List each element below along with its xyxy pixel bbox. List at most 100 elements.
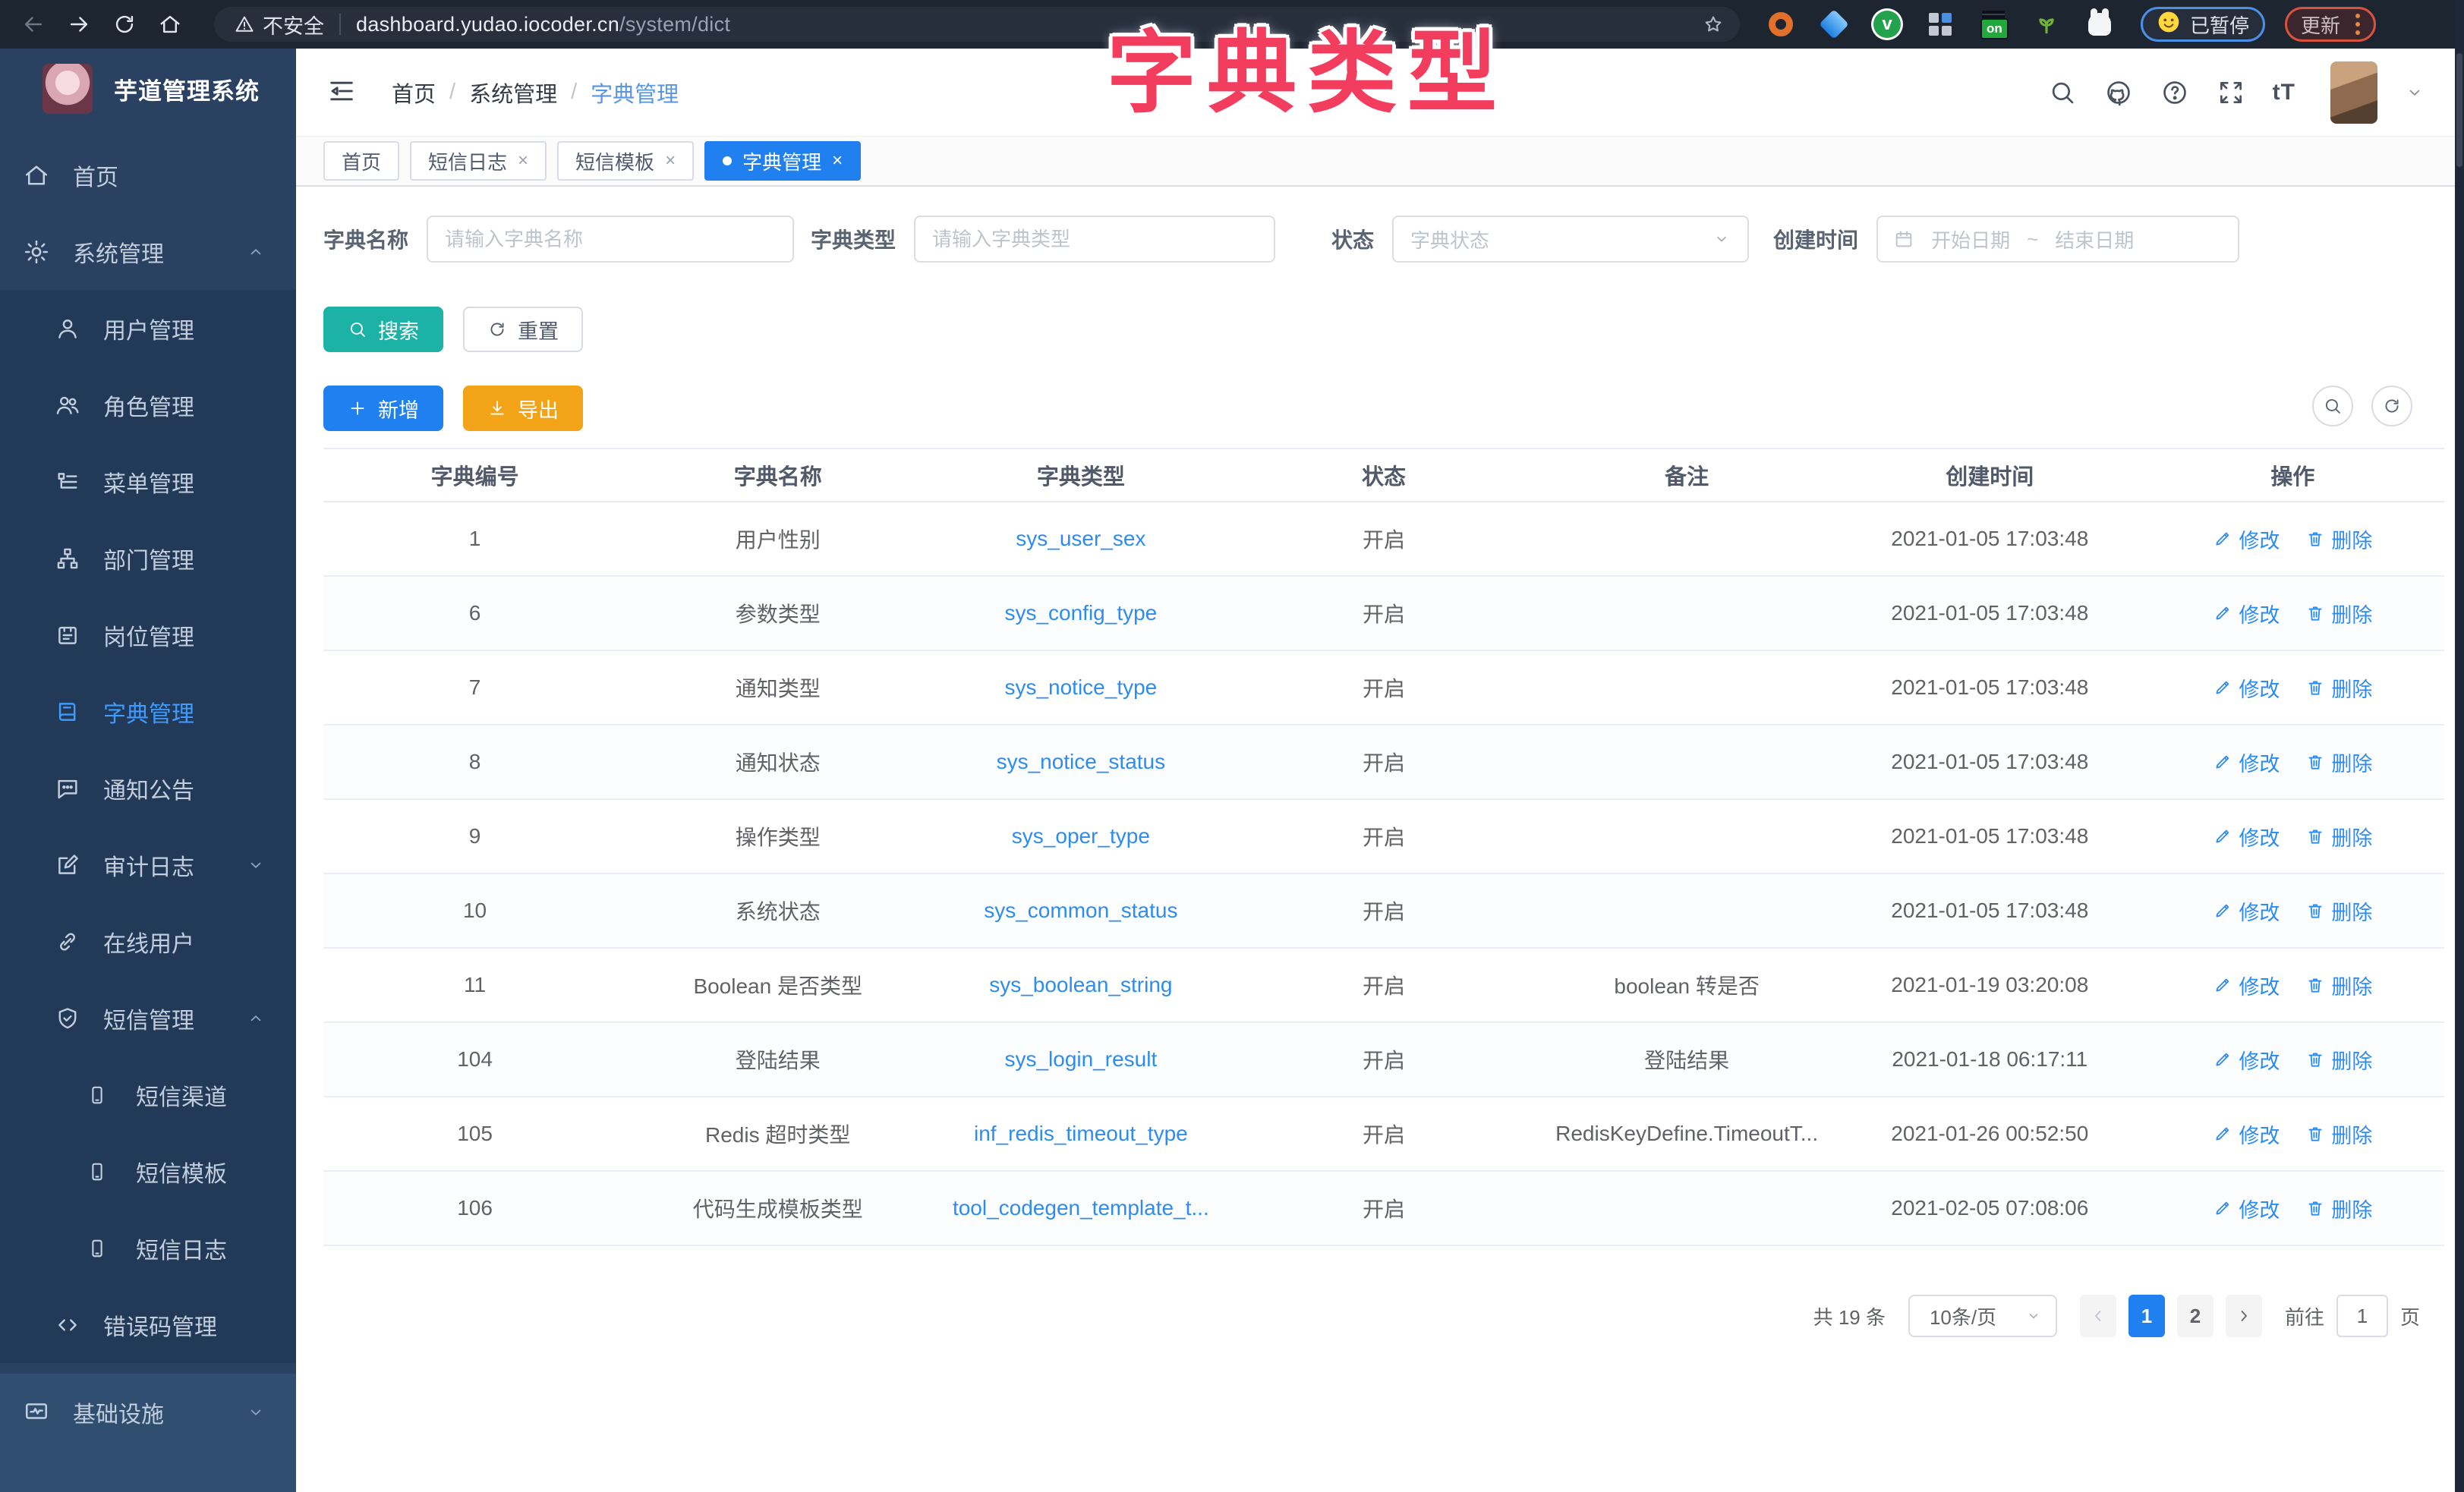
window-scrollbar[interactable]: [2455, 0, 2464, 1492]
sidebar-item-dept-mgmt[interactable]: 部门管理: [0, 520, 296, 596]
delete-link[interactable]: 删除: [2305, 822, 2372, 851]
toggle-search-button[interactable]: [2312, 386, 2353, 427]
grid-icon[interactable]: [1925, 9, 1955, 39]
delete-link[interactable]: 删除: [2305, 673, 2372, 703]
help-icon[interactable]: [2160, 78, 2189, 107]
cell-dict-type-link[interactable]: tool_codegen_template_t...: [929, 1196, 1232, 1220]
back-icon[interactable]: [11, 6, 56, 42]
add-button[interactable]: 新增: [323, 386, 443, 431]
sidebar-item-online-user[interactable]: 在线用户: [0, 903, 296, 980]
sidebar-item-sms-template[interactable]: 短信模板: [0, 1133, 296, 1210]
tab-sms-log[interactable]: 短信日志×: [410, 141, 547, 181]
delete-link[interactable]: 删除: [2305, 748, 2372, 777]
search-button[interactable]: 搜索: [323, 307, 443, 352]
forward-icon[interactable]: [56, 6, 102, 42]
chevron-down-icon[interactable]: [2405, 83, 2425, 102]
close-icon[interactable]: ×: [665, 150, 676, 172]
cell-dict-type-link[interactable]: sys_user_sex: [929, 527, 1232, 551]
cell-dict-type-link[interactable]: sys_config_type: [929, 601, 1232, 625]
blue-gem-icon[interactable]: [1819, 9, 1849, 39]
edit-link[interactable]: 修改: [2213, 971, 2280, 1000]
cell-dict-type-link[interactable]: sys_notice_type: [929, 675, 1232, 700]
paused-extension-badge[interactable]: 已暂停: [2141, 7, 2265, 42]
close-icon[interactable]: ×: [832, 150, 843, 172]
dict-name-input[interactable]: [445, 228, 776, 251]
edit-link[interactable]: 修改: [2213, 673, 2280, 703]
delete-link[interactable]: 删除: [2305, 1045, 2372, 1075]
sidebar-item-notice[interactable]: 通知公告: [0, 750, 296, 826]
font-size-icon[interactable]: tT: [2273, 80, 2295, 105]
cell-dict-type-link[interactable]: sys_notice_status: [929, 750, 1232, 774]
browser-menu-icon[interactable]: [2355, 14, 2360, 35]
breadcrumb-item[interactable]: 首页: [392, 77, 436, 109]
sidebar-item-sms-log[interactable]: 短信日志: [0, 1210, 296, 1286]
sidebar-item-sms-channel[interactable]: 短信渠道: [0, 1056, 296, 1133]
page-button-1[interactable]: 1: [2128, 1295, 2165, 1337]
sidebar-item-sms-mgmt[interactable]: 短信管理: [0, 980, 296, 1056]
collapse-sidebar-icon[interactable]: [326, 76, 360, 109]
edit-link[interactable]: 修改: [2213, 748, 2280, 777]
sidebar-item-menu-mgmt[interactable]: 菜单管理: [0, 443, 296, 520]
user-avatar[interactable]: [2330, 61, 2377, 124]
cell-dict-type-link[interactable]: sys_login_result: [929, 1047, 1232, 1072]
sidebar-item-error-code[interactable]: 错误码管理: [0, 1286, 296, 1363]
reset-button[interactable]: 重置: [463, 307, 583, 352]
reload-icon[interactable]: [102, 6, 147, 42]
github-icon[interactable]: [2104, 78, 2133, 107]
breadcrumb-item[interactable]: 系统管理: [469, 77, 557, 109]
edit-link[interactable]: 修改: [2213, 599, 2280, 628]
app-logo-row[interactable]: 芋道管理系统: [0, 49, 296, 129]
ghost-icon[interactable]: [2084, 9, 2115, 39]
green-check-icon[interactable]: v: [1872, 9, 1902, 39]
search-icon[interactable]: [2048, 78, 2077, 107]
dict-type-input[interactable]: [932, 228, 1257, 251]
delete-link[interactable]: 删除: [2305, 896, 2372, 926]
security-chip[interactable]: 不安全: [234, 10, 324, 39]
plant-icon[interactable]: [2031, 9, 2062, 39]
delete-link[interactable]: 删除: [2305, 971, 2372, 1000]
edit-link[interactable]: 修改: [2213, 524, 2280, 554]
refresh-table-button[interactable]: [2371, 386, 2412, 427]
cell-dict-type-link[interactable]: sys_oper_type: [929, 824, 1232, 848]
sidebar-item-audit-log[interactable]: 审计日志: [0, 826, 296, 903]
sidebar-item-system[interactable]: 系统管理: [0, 213, 296, 290]
delete-link[interactable]: 删除: [2305, 524, 2372, 554]
edit-link[interactable]: 修改: [2213, 896, 2280, 926]
fullscreen-icon[interactable]: [2217, 78, 2245, 107]
goto-page-input[interactable]: [2336, 1295, 2388, 1337]
vpn-on-icon[interactable]: on: [1978, 9, 2009, 39]
delete-link[interactable]: 删除: [2305, 599, 2372, 628]
date-range-picker[interactable]: 开始日期 ~ 结束日期: [1876, 216, 2239, 263]
bookmark-star-icon[interactable]: [1702, 13, 1725, 36]
tab-dict[interactable]: 字典管理×: [704, 141, 861, 181]
sidebar-item-infra[interactable]: 基础设施: [0, 1374, 296, 1450]
home-icon[interactable]: [147, 6, 193, 42]
prev-page-button[interactable]: [2080, 1295, 2116, 1337]
breadcrumb-item[interactable]: 字典管理: [591, 77, 679, 109]
cell-dict-type-link[interactable]: sys_boolean_string: [929, 973, 1232, 997]
edit-link[interactable]: 修改: [2213, 1119, 2280, 1149]
close-icon[interactable]: ×: [518, 150, 528, 172]
cell-dict-type-link[interactable]: inf_redis_timeout_type: [929, 1122, 1232, 1146]
update-button[interactable]: 更新: [2285, 7, 2376, 42]
page-size-select[interactable]: 10条/页: [1908, 1295, 2057, 1337]
edit-link[interactable]: 修改: [2213, 822, 2280, 851]
edit-link[interactable]: 修改: [2213, 1194, 2280, 1223]
sidebar-item-role-mgmt[interactable]: 角色管理: [0, 367, 296, 443]
delete-link[interactable]: 删除: [2305, 1194, 2372, 1223]
address-bar[interactable]: 不安全 dashboard.yudao.iocoder.cn/system/di…: [214, 7, 1740, 42]
next-page-button[interactable]: [2226, 1295, 2262, 1337]
delete-link[interactable]: 删除: [2305, 1119, 2372, 1149]
tab-home[interactable]: 首页: [323, 141, 399, 181]
edit-link[interactable]: 修改: [2213, 1045, 2280, 1075]
tab-sms-template[interactable]: 短信模板×: [557, 141, 694, 181]
sidebar-item-home[interactable]: 首页: [0, 137, 296, 213]
orange-ring-icon[interactable]: [1766, 9, 1796, 39]
sidebar-item-dict-mgmt[interactable]: 字典管理: [0, 673, 296, 750]
sidebar-item-post-mgmt[interactable]: 岗位管理: [0, 596, 296, 673]
status-select[interactable]: 字典状态: [1392, 216, 1749, 263]
cell-dict-type-link[interactable]: sys_common_status: [929, 899, 1232, 923]
page-button-2[interactable]: 2: [2177, 1295, 2214, 1337]
export-button[interactable]: 导出: [463, 386, 583, 431]
sidebar-item-user-mgmt[interactable]: 用户管理: [0, 290, 296, 367]
